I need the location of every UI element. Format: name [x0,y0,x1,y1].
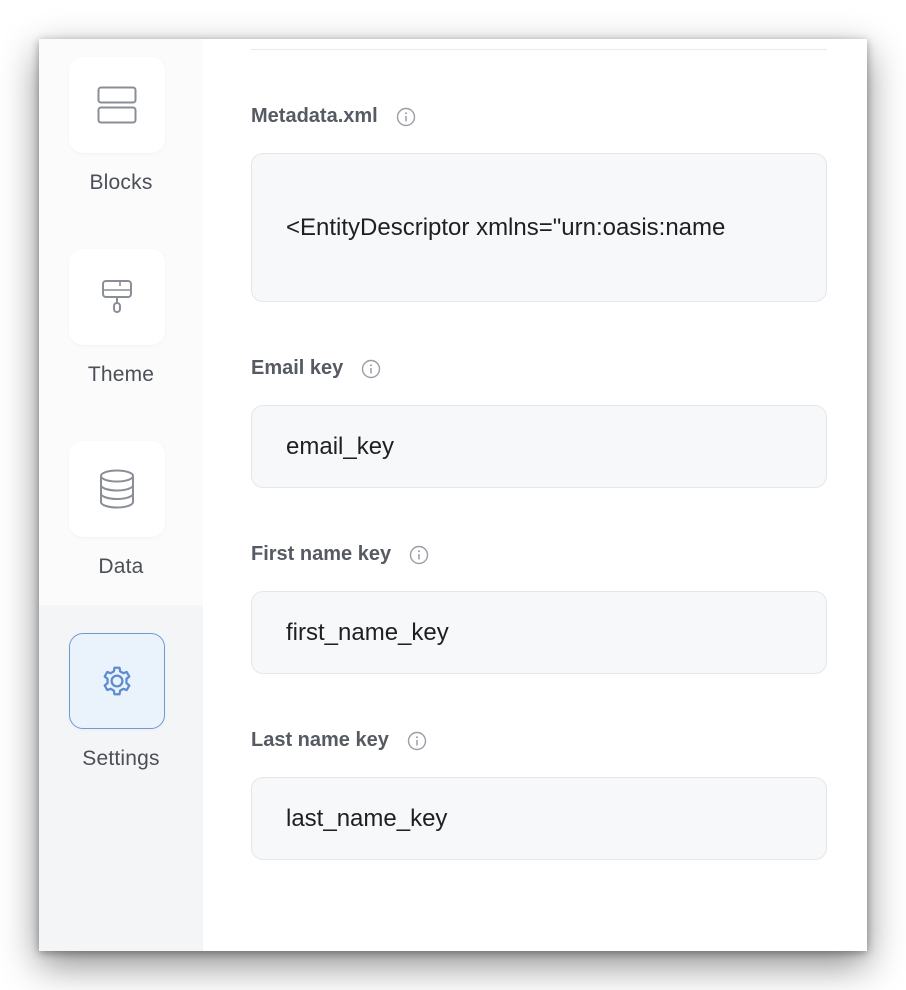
metadata-label-text: Metadata.xml [251,105,378,127]
first-name-key-label: First name key [251,543,429,566]
sidebar-item-label: Data [98,555,144,578]
sidebar-item-label: Blocks [89,171,153,194]
email-key-label: Email key [251,357,381,380]
sidebar-tile-theme[interactable] [69,249,165,345]
sidebar: Blocks Theme Data Settings [39,39,203,951]
sidebar-tile-settings[interactable] [69,633,165,729]
gear-icon [99,663,135,699]
sidebar-item-settings[interactable]: Settings [39,633,203,783]
metadata-label: Metadata.xml [251,105,416,128]
sidebar-tile-data[interactable] [69,441,165,537]
database-icon [98,469,136,509]
info-icon[interactable] [409,545,429,565]
email-key-label-text: Email key [251,357,344,379]
sidebar-tile-blocks[interactable] [69,57,165,153]
last-name-key-value: last_name_key [286,804,448,832]
email-key-value: email_key [286,432,395,460]
info-icon[interactable] [407,731,427,751]
section-divider [251,49,827,50]
sidebar-item-label: Settings [82,747,160,770]
metadata-xml-value: <EntityDescriptor xmlns="urn:oasis:name [286,213,726,241]
paint-roller-icon [101,279,133,315]
info-icon[interactable] [361,359,381,379]
first-name-key-value: first_name_key [286,618,449,646]
sidebar-item-blocks[interactable]: Blocks [39,57,203,207]
first-name-key-input[interactable]: first_name_key [251,591,827,674]
sidebar-item-label: Theme [87,363,155,386]
last-name-key-label-text: Last name key [251,729,389,751]
metadata-xml-textarea[interactable]: <EntityDescriptor xmlns="urn:oasis:name [251,153,827,302]
info-icon[interactable] [396,107,416,127]
app-window: Blocks Theme Data Settings Metadata.xml … [39,39,867,951]
last-name-key-input[interactable]: last_name_key [251,777,827,860]
first-name-key-label-text: First name key [251,543,392,565]
email-key-input[interactable]: email_key [251,405,827,488]
sidebar-item-data[interactable]: Data [39,441,203,591]
blocks-icon [97,86,137,124]
sidebar-item-theme[interactable]: Theme [39,249,203,399]
last-name-key-label: Last name key [251,729,427,752]
settings-panel: Metadata.xml <EntityDescriptor xmlns="ur… [203,39,867,951]
